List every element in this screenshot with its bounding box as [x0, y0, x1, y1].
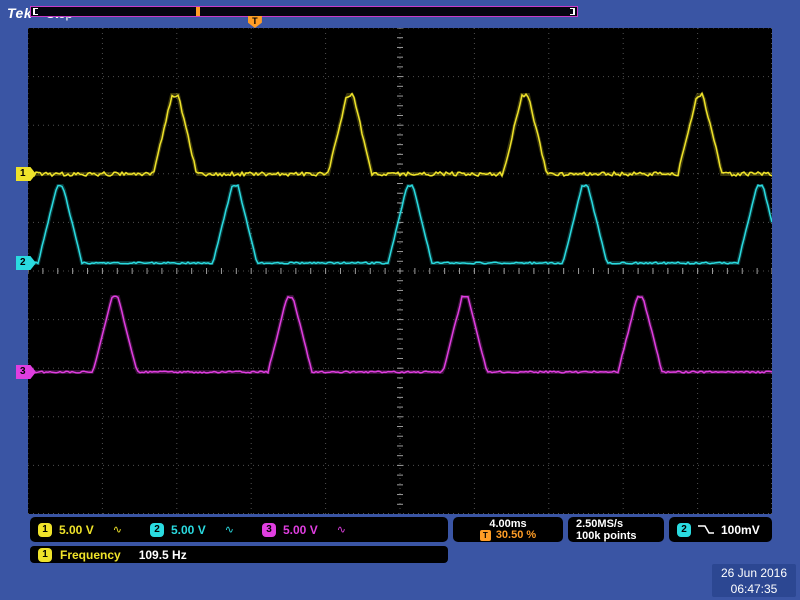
datetime-panel: 26 Jun 2016 06:47:35 — [712, 564, 796, 597]
channel-1-scale: 5.00 V — [59, 522, 94, 537]
channel-2-coupling-icon: ∿ — [224, 524, 234, 536]
channel-2-readout[interactable]: 2 5.00 V ∿ — [150, 517, 234, 542]
tek-logo: Tek — [7, 5, 33, 21]
waveform-display — [27, 27, 774, 514]
sample-rate-readout: 2.50MS/s — [576, 518, 624, 530]
graticule — [27, 27, 774, 514]
channel-3-readout[interactable]: 3 5.00 V ∿ — [262, 517, 346, 542]
channel-1-readout[interactable]: 1 5.00 V ∿ — [38, 517, 122, 542]
channel-2-scale: 5.00 V — [171, 522, 206, 537]
trigger-slope-falling-icon — [698, 525, 714, 534]
trigger-source-badge: 2 — [677, 522, 691, 537]
channel-3-scale: 5.00 V — [283, 522, 318, 537]
expand-bracket-right-icon — [570, 8, 575, 15]
record-length-readout: 100k points — [576, 530, 637, 542]
expand-bracket-left-icon — [33, 8, 38, 15]
trigger-level-readout: 100mV — [721, 522, 760, 537]
trigger-readout[interactable]: 2 100mV — [669, 517, 772, 542]
channel-readout-bar: 1 5.00 V ∿ 2 5.00 V ∿ 3 5.00 V ∿ — [30, 517, 448, 542]
record-view-bar — [30, 6, 578, 17]
measurement-label: Frequency — [60, 547, 121, 562]
measurement-source-badge: 1 — [38, 547, 52, 562]
trigger-t-badge-icon: T — [479, 530, 491, 541]
trigger-position-marker-icon: T — [247, 16, 262, 28]
record-trigger-tick-icon — [195, 7, 200, 16]
acquisition-readout[interactable]: 2.50MS/s 100k points — [568, 517, 664, 542]
channel-2-badge[interactable]: 2 — [150, 522, 164, 537]
measurement-readout[interactable]: 1 Frequency 109.5 Hz — [30, 546, 448, 563]
time-readout: 06:47:35 — [730, 582, 778, 596]
channel-1-badge[interactable]: 1 — [38, 522, 52, 537]
channel-3-coupling-icon: ∿ — [336, 524, 346, 536]
measurement-value: 109.5 Hz — [138, 547, 187, 562]
channel-3-badge[interactable]: 3 — [262, 522, 276, 537]
horizontal-readout[interactable]: 4.00ms T 30.50 % — [453, 517, 563, 542]
oscilloscope-screen: Tek Stop T 1 2 3 1 5.00 V ∿ 2 5.00 V ∿ 3… — [0, 0, 800, 600]
trigger-position-readout: 30.50 % — [495, 529, 537, 541]
date-readout: 26 Jun 2016 — [720, 566, 788, 580]
channel-1-coupling-icon: ∿ — [112, 524, 122, 536]
